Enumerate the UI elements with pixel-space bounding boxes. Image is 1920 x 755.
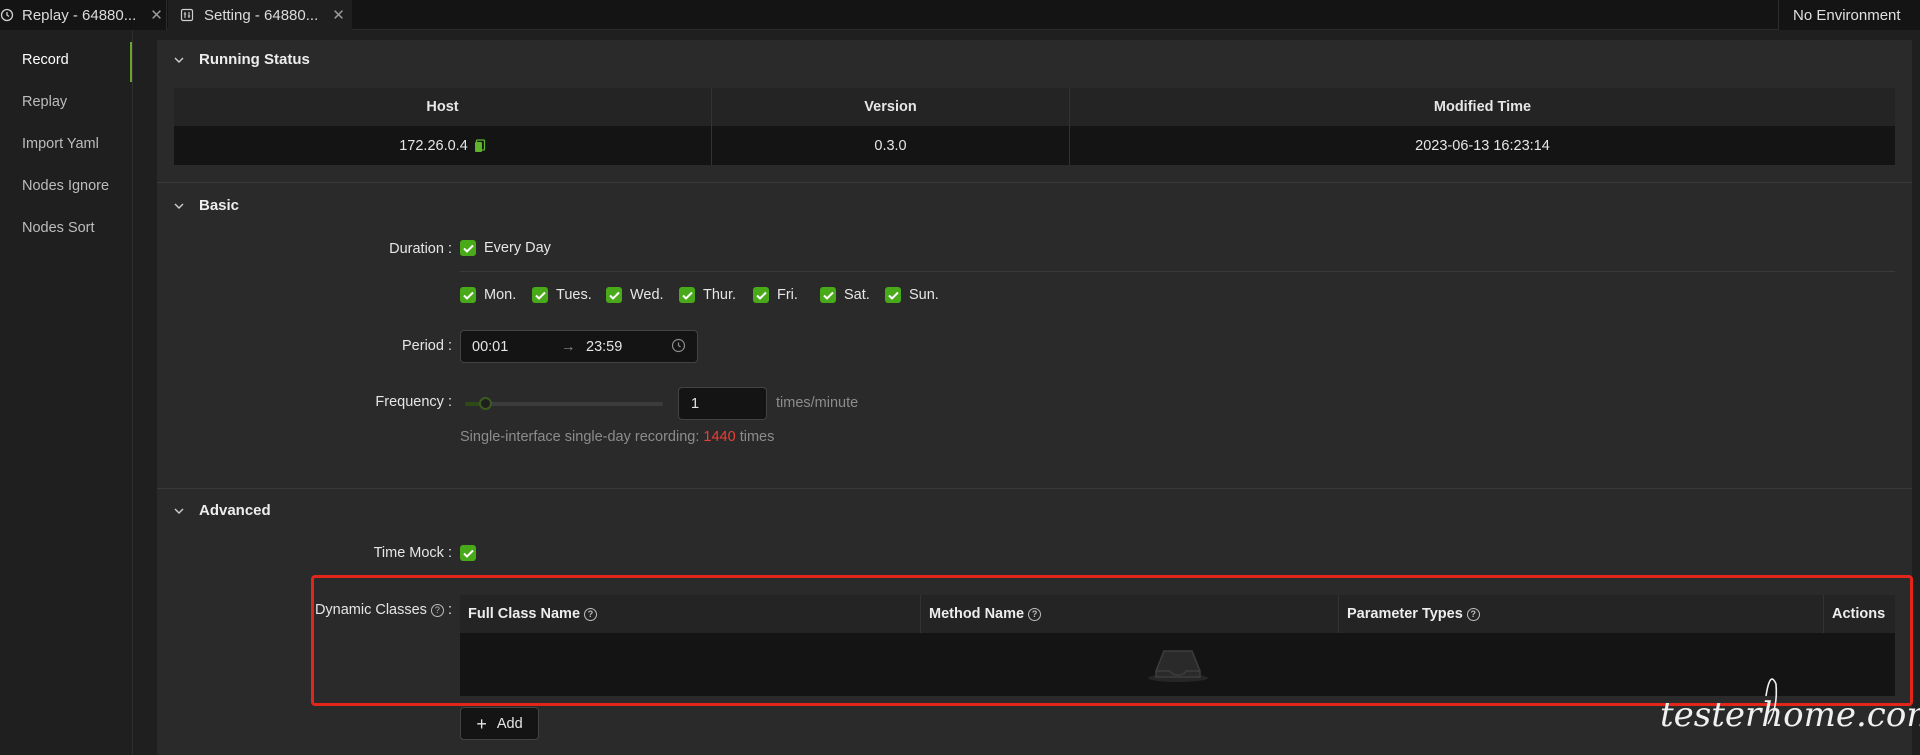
day-checkbox[interactable] (820, 287, 836, 303)
frequency-label: Frequency : (375, 394, 452, 410)
period-label: Period : (402, 338, 452, 354)
duration-label: Duration : (389, 241, 452, 257)
sidebar-item-import-yaml[interactable]: Import Yaml (22, 136, 99, 152)
frequency-slider[interactable] (465, 402, 663, 406)
day-label: Sun. (909, 287, 939, 303)
plus-icon: + (476, 713, 487, 734)
sidebar-item-replay[interactable]: Replay (22, 94, 67, 110)
add-button[interactable]: + Add (460, 707, 539, 740)
check-icon (681, 291, 693, 300)
day-label: Wed. (630, 287, 664, 303)
tab-setting-label: Setting - 64880... (204, 6, 319, 24)
svg-text:testerhome.com: testerhome.com (1660, 695, 1920, 735)
day-checkbox[interactable] (606, 287, 622, 303)
basic-header[interactable]: Basic (173, 197, 239, 214)
sidebar-item-nodes-sort[interactable]: Nodes Sort (22, 220, 95, 236)
tab-bar: Replay - 64880... ✕ Setting - 64880... ✕… (0, 0, 1920, 30)
column-header-host: Host (174, 88, 712, 126)
column-header-version: Version (712, 88, 1070, 126)
frequency-unit: times/minute (776, 395, 859, 411)
chevron-down-icon (174, 203, 184, 209)
day-label: Sat. (844, 287, 870, 303)
time-mock-label: Time Mock : (373, 545, 452, 561)
day-label: Tues. (556, 287, 592, 303)
time-mock-checkbox[interactable] (460, 545, 476, 561)
frequency-input[interactable]: 1 (678, 387, 767, 420)
close-icon[interactable]: ✕ (150, 6, 163, 24)
period-range-picker[interactable]: 00:01 → 23:59 (460, 330, 698, 363)
check-icon (822, 291, 834, 300)
advanced-header[interactable]: Advanced (173, 502, 271, 519)
day-label: Fri. (777, 287, 798, 303)
check-icon (462, 244, 474, 253)
day-checkbox[interactable] (753, 287, 769, 303)
day-label: Mon. (484, 287, 517, 303)
period-start-value[interactable]: 00:01 (472, 339, 508, 355)
slider-handle[interactable] (479, 397, 492, 410)
tab-setting[interactable]: Setting - 64880... ✕ (168, 0, 352, 30)
sidebar-item-record[interactable]: Record (22, 52, 69, 68)
version-cell: 0.3.0 (712, 126, 1070, 165)
chevron-down-icon (174, 508, 184, 514)
recording-summary: Single-interface single-day recording: 1… (460, 429, 775, 445)
divider (157, 182, 1912, 183)
running-status-table: Host Version Modified Time 172.26.0.4 0.… (174, 88, 1895, 165)
running-status-header[interactable]: Running Status (173, 51, 310, 68)
section-title: Basic (199, 197, 240, 214)
check-icon (534, 291, 546, 300)
testerhome-watermark: testerhome.com (1660, 678, 1920, 735)
tab-replay-label: Replay - 64880... (22, 6, 137, 24)
settings-panel: Running Status Host Version Modified Tim… (157, 40, 1913, 755)
period-end-value[interactable]: 23:59 (586, 339, 622, 355)
section-title: Advanced (199, 502, 271, 519)
check-icon (462, 291, 474, 300)
check-icon (755, 291, 767, 300)
sidebar-item-nodes-ignore[interactable]: Nodes Ignore (22, 178, 109, 194)
close-icon[interactable]: ✕ (332, 6, 345, 24)
modified-time-cell: 2023-06-13 16:23:14 (1415, 137, 1550, 154)
environment-select[interactable]: No Environment (1778, 0, 1920, 30)
every-day-checkbox[interactable] (460, 240, 476, 256)
arrow-right-icon: → (561, 339, 576, 355)
day-checkbox[interactable] (885, 287, 901, 303)
check-icon (462, 549, 474, 558)
table-row: 172.26.0.4 0.3.0 2023-06-13 16:23:14 (174, 126, 1895, 165)
settings-icon (180, 8, 194, 22)
chevron-down-icon (174, 57, 184, 63)
add-button-label: Add (496, 715, 523, 732)
history-icon (0, 8, 14, 22)
recording-count: 1440 (703, 429, 736, 445)
every-day-label: Every Day (484, 240, 551, 256)
day-checkbox[interactable] (532, 287, 548, 303)
sidebar: Record Replay Import Yaml Nodes Ignore N… (0, 30, 133, 755)
day-checkbox[interactable] (460, 287, 476, 303)
table-header: Host Version Modified Time (174, 88, 1895, 126)
active-indicator (130, 42, 132, 82)
check-icon (887, 291, 899, 300)
section-title: Running Status (199, 51, 310, 68)
host-cell: 172.26.0.4 (174, 126, 712, 165)
check-icon (608, 291, 620, 300)
clock-icon (671, 338, 686, 357)
divider (460, 271, 1895, 272)
divider (157, 488, 1912, 489)
day-checkbox[interactable] (679, 287, 695, 303)
copy-icon[interactable] (474, 138, 486, 153)
host-value: 172.26.0.4 (399, 137, 468, 154)
tab-replay[interactable]: Replay - 64880... ✕ (0, 0, 167, 30)
day-label: Thur. (703, 287, 737, 303)
column-header-modified-time: Modified Time (1433, 99, 1532, 115)
